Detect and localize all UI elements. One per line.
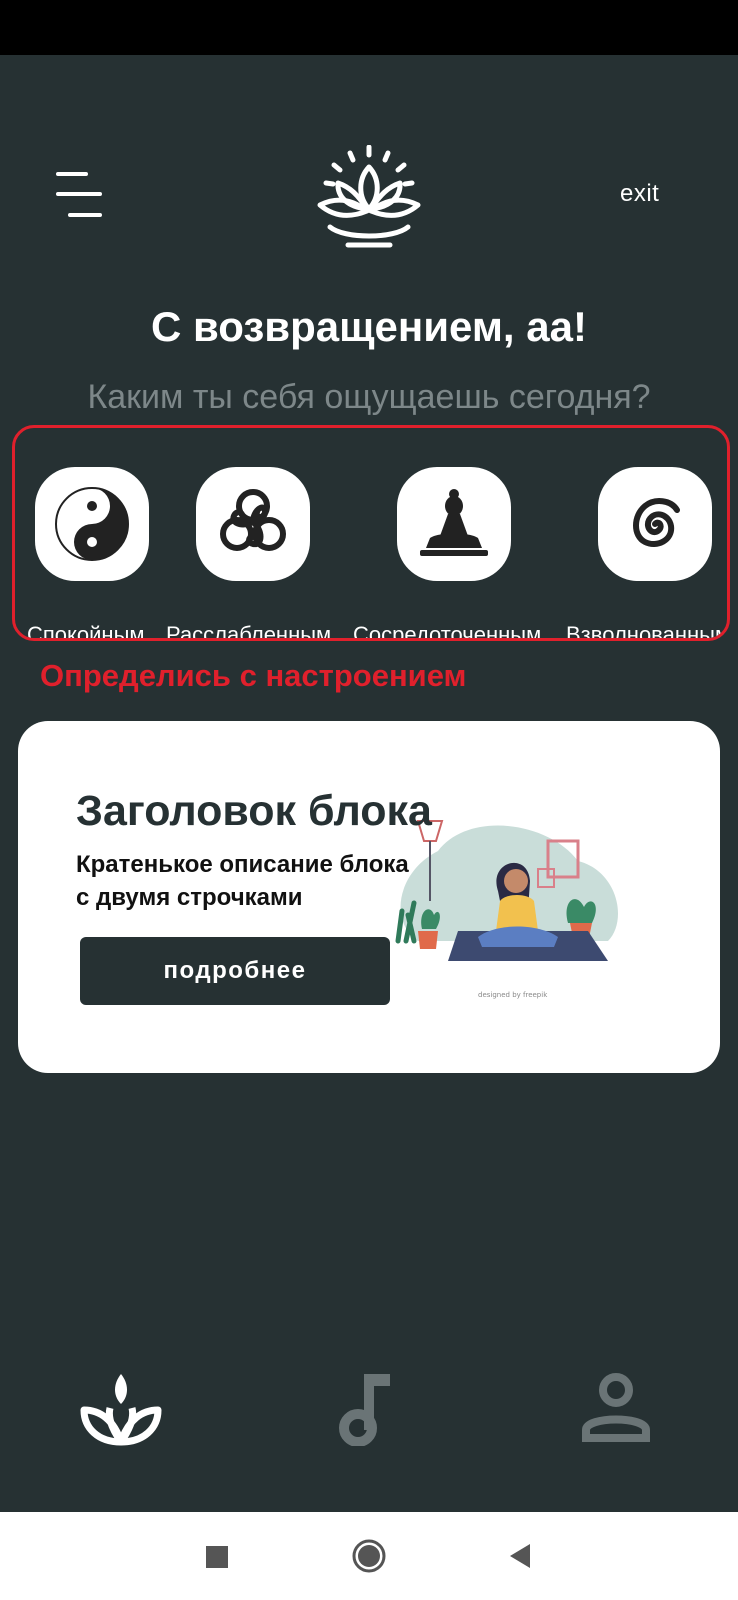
exit-link[interactable]: exit (620, 180, 659, 208)
lotus-tab-icon[interactable] (80, 1368, 162, 1448)
card-title: Заголовок блока (76, 787, 432, 835)
music-note-icon[interactable] (338, 1370, 392, 1446)
yin-yang-icon (55, 487, 129, 561)
mood-annotation: Определись с настроением (40, 658, 467, 693)
mood-label-calm: Спокойным (27, 622, 145, 641)
lotus-logo-icon (317, 145, 421, 248)
meditating-buddha-icon (420, 489, 488, 556)
profile-icon[interactable] (580, 1372, 652, 1444)
mood-label-relaxed: Расслабленным (166, 622, 332, 641)
home-icon[interactable] (345, 1532, 393, 1580)
recent-apps-icon[interactable] (192, 1532, 240, 1580)
triskelion-icon (220, 489, 286, 551)
svg-text:designed by freepik: designed by freepik (478, 991, 548, 999)
more-button[interactable]: подробнее (80, 937, 390, 1005)
mood-label-focused: Сосредоточенным (353, 622, 542, 641)
system-nav-bar (0, 1512, 738, 1600)
greeting-title: С возвращением, аа! (151, 303, 587, 350)
mood-question: Каким ты себя ощущаешь сегодня? (87, 378, 651, 416)
card-description: Кратенькое описание блока с двумя строчк… (76, 851, 409, 911)
spiral-icon (633, 498, 680, 547)
content-card: designed by freepik Заголовок блока Крат… (18, 721, 720, 1073)
hamburger-menu-icon[interactable] (54, 170, 110, 226)
back-icon[interactable] (496, 1532, 544, 1580)
mood-selector: Спокойным Расслабленным Сосредоточенным … (12, 425, 730, 641)
status-bar (0, 0, 738, 55)
mood-label-excited: Взволнованным (566, 622, 730, 641)
woman-meditating-illustration: designed by freepik (395, 820, 618, 999)
